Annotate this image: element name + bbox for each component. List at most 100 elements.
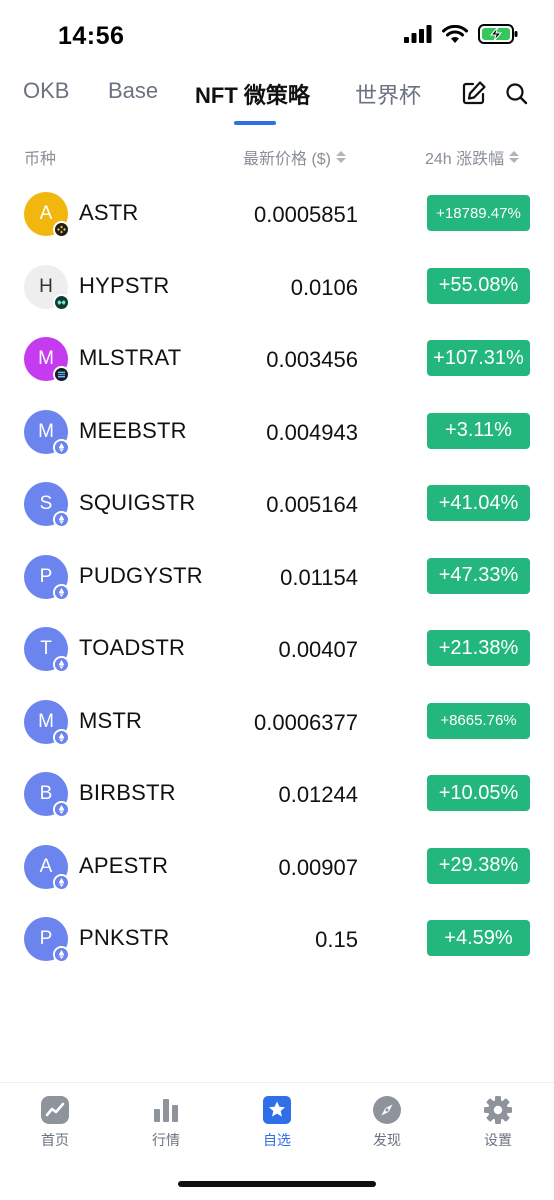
battery-charging-icon [478,24,518,44]
change-badge[interactable]: +8665.76% [427,702,530,739]
token-symbol: MLSTRAT [79,345,182,370]
wifi-icon [442,24,468,43]
column-coin: 币种 [24,145,56,169]
change-badge[interactable]: +4.59% [427,920,530,956]
token-avatar-letter: A [39,855,53,877]
search-icon [506,83,528,105]
edit-button[interactable] [461,80,487,111]
ethereum-icon [53,728,70,746]
token-row[interactable]: T TOADSTR 0.00407 +21.38% [0,613,554,686]
token-row[interactable]: P PNKSTR 0.15 +4.59% [0,903,554,976]
token-avatar-letter: S [39,493,53,514]
edit-icon [462,81,486,105]
status-time: 14:56 [58,22,125,50]
change-badge[interactable]: +18789.47% [427,195,530,231]
token-avatar-letter: M [38,420,54,442]
change-badge[interactable]: +107.31% [427,340,530,376]
token-row[interactable]: B BIRBSTR 0.01244 +10.05% [0,758,554,831]
ethereum-icon [53,511,70,528]
token-avatar-letter: P [39,928,53,949]
ethereum-icon [53,873,70,891]
home-indicator [178,1181,376,1187]
change-badge[interactable]: +10.05% [427,775,530,811]
compass-icon [372,1095,402,1125]
sort-icon [336,151,347,163]
home-chart-icon [40,1095,70,1125]
token-symbol: MEEBSTR [79,417,187,443]
ethereum-icon [53,438,70,456]
token-symbol: BIRBSTR [79,780,176,805]
token-list: A ASTR 0.0005851 +18789.47% H HYPSTR 0.0106 +55… [0,178,554,976]
token-row[interactable]: M MEEBSTR 0.004943 +3.11% [0,396,554,469]
token-price: 0.0106 [290,274,358,300]
token-price: 0.01244 [278,782,358,807]
active-tab-indicator [234,121,276,125]
token-price: 0.003456 [266,347,358,372]
token-price: 0.004943 [266,419,358,445]
token-price: 0.0006377 [254,709,358,735]
change-badge[interactable]: +3.11% [427,412,530,449]
tab-base[interactable]: Base [108,78,158,104]
token-row[interactable]: M MSTR 0.0006377 +8665.76% [0,686,554,759]
token-price: 0.00407 [278,637,358,662]
token-row[interactable]: A ASTR 0.0005851 +18789.47% [0,178,554,251]
category-tabs: OKB Base NFT 微策略 世界杯 [0,78,554,128]
change-badge[interactable]: +21.38% [427,630,530,666]
ethereum-icon [53,946,70,963]
token-avatar-letter: P [39,565,53,587]
tab-nft-strategy[interactable]: NFT 微策略 [195,78,310,110]
token-row[interactable]: P PUDGYSTR 0.01154 +47.33% [0,541,554,614]
search-button[interactable] [505,82,529,111]
nav-home[interactable]: 首页 [15,1095,95,1150]
column-change-label: 24h 涨跌幅 [425,151,505,168]
cellular-signal-icon [404,25,432,43]
solana-icon [53,366,70,383]
nav-settings[interactable]: 设置 [458,1095,538,1150]
token-symbol: HYPSTR [79,272,170,298]
token-price: 0.005164 [266,492,358,517]
change-badge[interactable]: +55.08% [427,267,530,304]
token-row[interactable]: M MLSTRAT 0.003456 +107.31% [0,323,554,396]
token-symbol: SQUIGSTR [79,490,196,515]
token-avatar-letter: A [39,203,53,224]
nav-market[interactable]: 行情 [126,1095,206,1150]
token-symbol: PUDGYSTR [79,562,203,588]
settings-gear-icon [483,1095,513,1125]
token-avatar-letter: T [40,638,52,659]
nav-discover-label: 发现 [373,1132,401,1148]
token-symbol: APESTR [79,852,169,878]
tab-world-cup[interactable]: 世界杯 [355,78,421,110]
token-row[interactable]: H HYPSTR 0.0106 +55.08% [0,251,554,324]
market-bars-icon [151,1095,181,1125]
token-price: 0.00907 [278,854,358,880]
nav-watchlist[interactable]: 自选 [237,1095,317,1150]
status-icons [404,24,518,44]
nav-discover[interactable]: 发现 [347,1095,427,1150]
token-avatar-letter: B [39,783,53,804]
list-column-headers: 币种 最新价格 ($) 24h 涨跌幅 [0,145,554,169]
change-badge[interactable]: +41.04% [427,485,530,521]
token-symbol: ASTR [79,200,139,225]
token-row[interactable]: S SQUIGSTR 0.005164 +41.04% [0,468,554,541]
nav-watchlist-label: 自选 [263,1132,291,1148]
sort-by-change[interactable]: 24h 涨跌幅 [425,145,520,169]
token-symbol: PNKSTR [79,925,170,950]
tab-okb[interactable]: OKB [23,78,69,104]
hyperliquid-icon [53,293,70,311]
token-price: 0.01154 [280,564,358,590]
nav-home-label: 首页 [41,1132,69,1148]
token-symbol: TOADSTR [79,635,186,660]
sort-by-price[interactable]: 最新价格 ($) [243,145,347,169]
ethereum-icon [53,801,70,818]
ethereum-icon [53,656,70,673]
token-avatar-letter: H [39,275,53,297]
status-bar: 14:56 [0,0,554,70]
bnb-chain-icon [53,221,70,238]
token-price: 0.15 [315,927,358,952]
token-row[interactable]: A APESTR 0.00907 +29.38% [0,831,554,904]
star-icon [262,1095,292,1125]
column-price-label: 最新价格 ($) [243,151,332,168]
token-avatar-letter: M [38,710,54,732]
change-badge[interactable]: +47.33% [427,557,530,594]
change-badge[interactable]: +29.38% [427,847,530,884]
